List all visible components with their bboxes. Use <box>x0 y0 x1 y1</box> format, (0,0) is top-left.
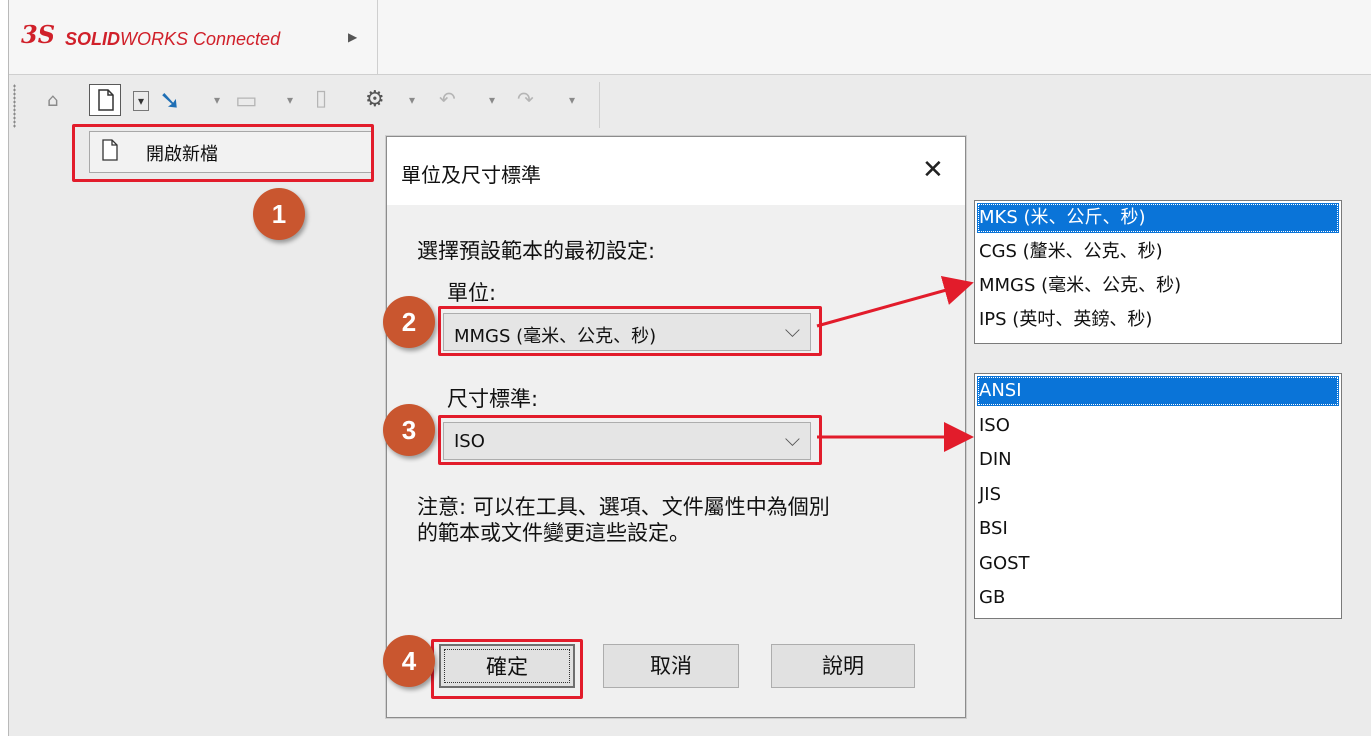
arrow-units <box>816 275 974 328</box>
annotation-arrows <box>816 275 974 452</box>
